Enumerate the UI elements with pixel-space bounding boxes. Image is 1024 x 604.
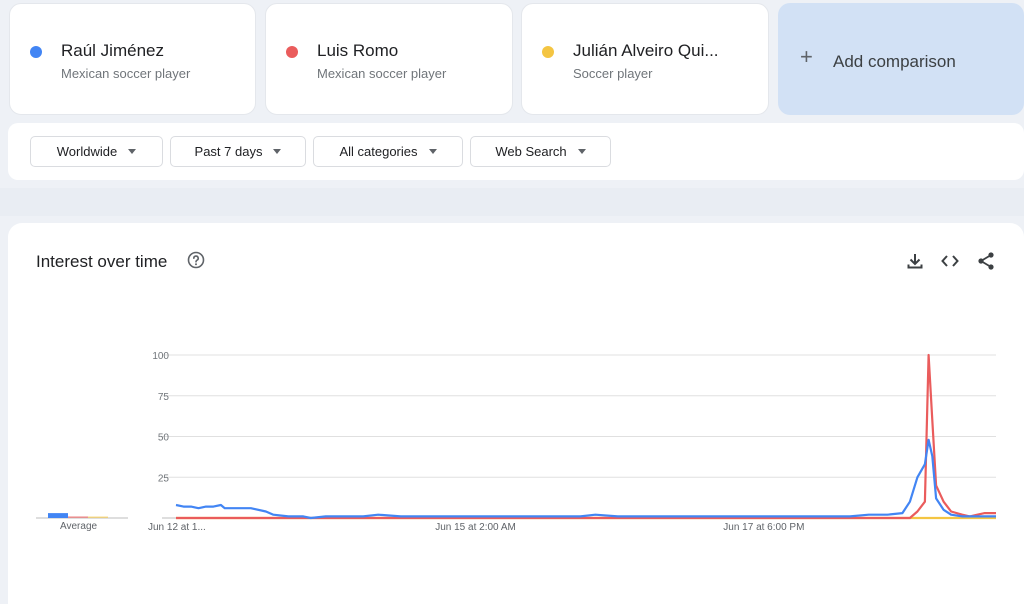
- term-color-dot: [30, 46, 42, 58]
- download-icon[interactable]: [905, 251, 925, 271]
- share-icon[interactable]: [976, 251, 996, 271]
- term-description: Mexican soccer player: [61, 66, 191, 81]
- term-card-1[interactable]: Raúl Jiménez Mexican soccer player: [9, 3, 256, 115]
- category-dropdown[interactable]: All categories: [313, 136, 463, 167]
- help-circle-icon[interactable]: [187, 251, 205, 269]
- average-bar: [68, 516, 88, 518]
- region-value: Worldwide: [56, 144, 118, 159]
- x-tick-label: Jun 12 at 1...: [148, 522, 206, 533]
- term-color-dot: [286, 46, 298, 58]
- y-tick-label: 100: [152, 351, 169, 362]
- average-label: Average: [60, 521, 98, 532]
- plus-icon: +: [800, 44, 813, 69]
- category-value: All categories: [339, 144, 418, 159]
- y-tick-label: 50: [158, 433, 170, 444]
- chevron-down-icon: [428, 149, 437, 154]
- search-property-value: Web Search: [495, 144, 567, 159]
- interest-chart: 100 75 50 25 Jun 12 at 1... Jun 15 at 2:00 A…: [36, 351, 996, 533]
- filter-bar: Worldwide Past 7 days All categories Web…: [8, 123, 1024, 180]
- y-tick-label: 25: [158, 473, 170, 484]
- add-comparison-button[interactable]: + Add comparison: [778, 3, 1024, 115]
- average-bar: [48, 513, 68, 518]
- x-tick-label: Jun 15 at 2:00 AM: [435, 522, 516, 533]
- add-comparison-label: Add comparison: [833, 52, 956, 71]
- chevron-down-icon: [128, 149, 137, 154]
- region-dropdown[interactable]: Worldwide: [30, 136, 163, 167]
- term-color-dot: [542, 46, 554, 58]
- term-description: Soccer player: [573, 66, 653, 81]
- chart-gridlines: 100 75 50 25: [152, 351, 996, 519]
- time-range-dropdown[interactable]: Past 7 days: [170, 136, 306, 167]
- interest-over-time-card: Interest over time 100 75 50 25 Jun 12 at 1…: [8, 223, 1024, 604]
- term-name: Luis Romo: [317, 41, 399, 60]
- x-tick-label: Jun 17 at 6:00 PM: [723, 522, 804, 533]
- chevron-down-icon: [273, 149, 282, 154]
- chevron-down-icon: [577, 149, 586, 154]
- average-bars: [36, 513, 128, 519]
- time-range-value: Past 7 days: [194, 144, 263, 159]
- series-line: [175, 438, 996, 520]
- x-axis-ticks: Jun 12 at 1... Jun 15 at 2:00 AM Jun 17 at…: [148, 522, 804, 533]
- term-description: Mexican soccer player: [317, 66, 447, 81]
- chart-title: Interest over time: [36, 252, 168, 271]
- average-bar: [88, 516, 108, 518]
- term-card-2[interactable]: Luis Romo Mexican soccer player: [265, 3, 513, 115]
- term-name: Raúl Jiménez: [61, 41, 164, 60]
- term-card-3[interactable]: Julián Alveiro Qui... Soccer player: [521, 3, 769, 115]
- section-divider: [0, 188, 1024, 216]
- embed-code-icon[interactable]: [940, 251, 960, 271]
- search-property-dropdown[interactable]: Web Search: [470, 136, 611, 167]
- y-tick-label: 75: [158, 392, 170, 403]
- term-name: Julián Alveiro Qui...: [573, 41, 719, 60]
